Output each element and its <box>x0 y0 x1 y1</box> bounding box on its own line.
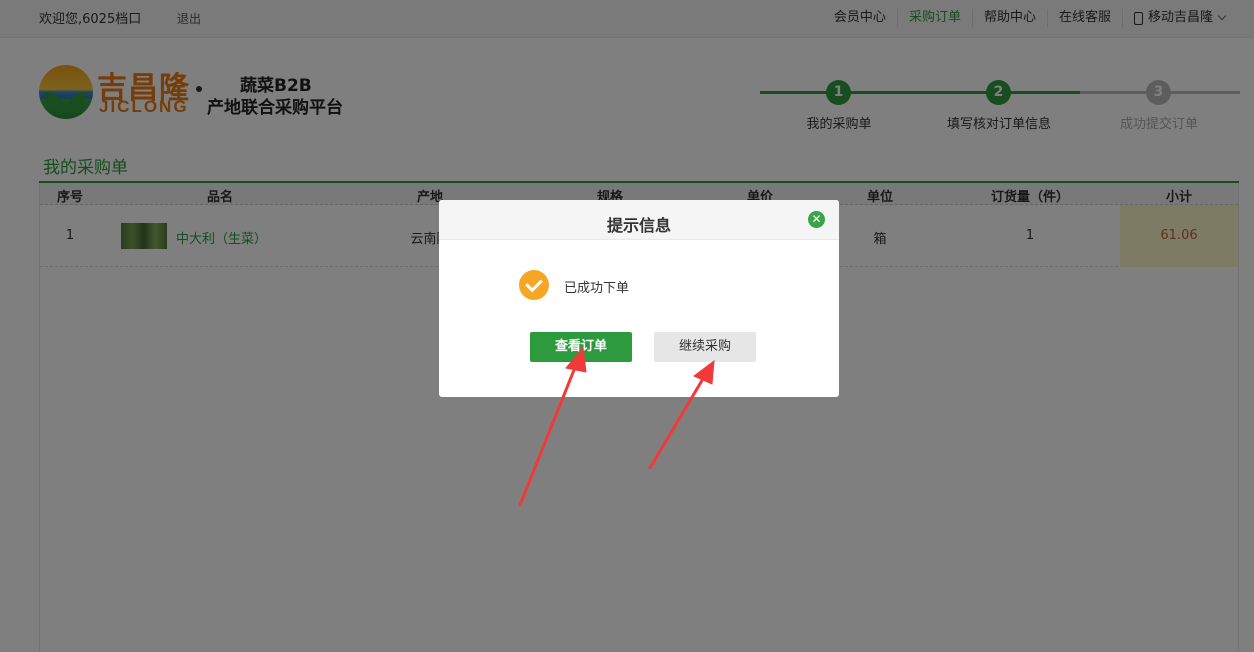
arrow-head-continue <box>693 359 715 385</box>
arrow-head-view-order <box>565 346 587 373</box>
annotation-arrows <box>518 346 715 507</box>
arrow-to-continue <box>648 370 709 470</box>
arrow-to-view-order <box>518 358 580 507</box>
